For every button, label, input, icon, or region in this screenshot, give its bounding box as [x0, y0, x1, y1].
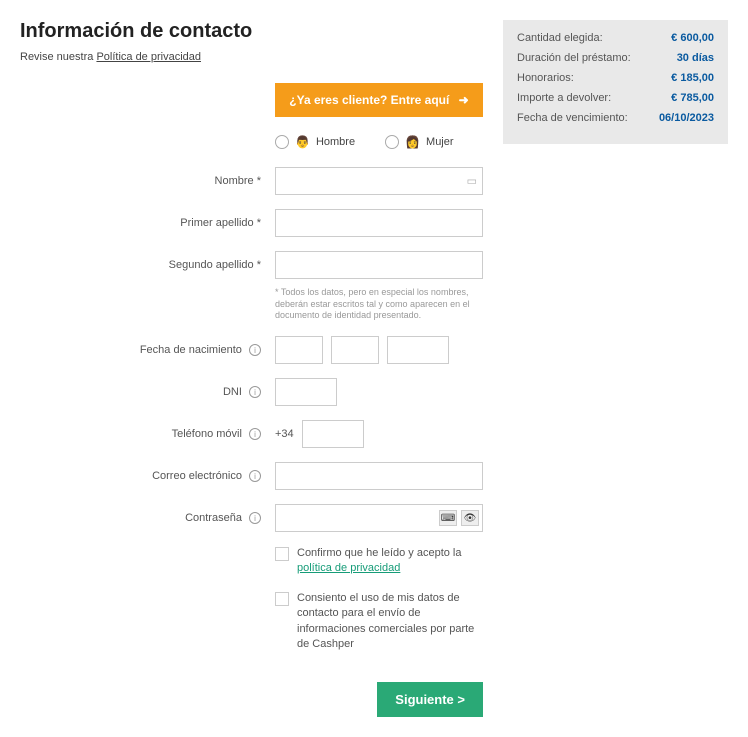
dob-day-input[interactable] — [275, 336, 323, 364]
dob-label: Fecha de nacimiento — [140, 344, 242, 356]
info-icon[interactable]: i — [249, 428, 261, 440]
surname2-label: Segundo apellido * — [20, 259, 275, 271]
arrow-right-icon: ➜ — [459, 93, 469, 107]
name-input[interactable] — [275, 167, 483, 195]
gender-female-option[interactable]: 👩 Mujer — [385, 135, 453, 149]
existing-client-button[interactable]: ¿Ya eres cliente? Entre aquí ➜ — [275, 83, 483, 117]
toggle-password-icon[interactable]: 👁 — [461, 510, 479, 526]
privacy-text-pre: Confirmo que he leído y acepto la — [297, 547, 462, 559]
email-label: Correo electrónico — [152, 470, 242, 482]
summary-amount-label: Cantidad elegida: — [517, 32, 603, 44]
gender-male-option[interactable]: 👨 Hombre — [275, 135, 355, 149]
dob-year-input[interactable] — [387, 336, 449, 364]
dob-month-input[interactable] — [331, 336, 379, 364]
surname1-label: Primer apellido * — [20, 217, 275, 229]
privacy-policy-link[interactable]: Política de privacidad — [96, 51, 201, 63]
password-label: Contraseña — [185, 512, 242, 524]
female-icon: 👩 — [405, 135, 420, 149]
privacy-policy-link-inline[interactable]: política de privacidad — [297, 562, 400, 574]
next-button[interactable]: Siguiente > — [377, 682, 483, 717]
summary-due-value: 06/10/2023 — [659, 112, 714, 124]
marketing-checkbox[interactable] — [275, 592, 289, 606]
gender-female-label: Mujer — [426, 136, 454, 148]
info-icon[interactable]: i — [249, 386, 261, 398]
name-label: Nombre * — [20, 175, 275, 187]
dni-input[interactable] — [275, 378, 337, 406]
privacy-checkbox-label: Confirmo que he leído y acepto la políti… — [297, 546, 480, 577]
summary-due-label: Fecha de vencimiento: — [517, 112, 628, 124]
page-title: Información de contacto — [20, 20, 483, 43]
privacy-notice: Revise nuestra Política de privacidad — [20, 51, 483, 63]
summary-duration-label: Duración del préstamo: — [517, 52, 631, 64]
info-icon[interactable]: i — [249, 470, 261, 482]
radio-icon — [385, 135, 399, 149]
info-icon[interactable]: i — [249, 512, 261, 524]
virtual-keyboard-icon[interactable]: ⌨ — [439, 510, 457, 526]
loan-summary-panel: Cantidad elegida: € 600,00 Duración del … — [503, 20, 728, 144]
radio-icon — [275, 135, 289, 149]
dni-label: DNI — [223, 386, 242, 398]
phone-input[interactable] — [302, 420, 364, 448]
phone-prefix: +34 — [275, 428, 294, 440]
summary-total-label: Importe a devolver: — [517, 92, 611, 104]
summary-fees-label: Honorarios: — [517, 72, 574, 84]
names-note: * Todos los datos, pero en especial los … — [20, 287, 480, 322]
marketing-checkbox-label: Consiento el uso de mis datos de contact… — [297, 591, 480, 653]
male-icon: 👨 — [295, 135, 310, 149]
summary-fees-value: € 185,00 — [671, 72, 714, 84]
summary-amount-value: € 600,00 — [671, 32, 714, 44]
gender-male-label: Hombre — [316, 136, 355, 148]
summary-total-value: € 785,00 — [671, 92, 714, 104]
phone-label: Teléfono móvil — [172, 428, 242, 440]
surname1-input[interactable] — [275, 209, 483, 237]
email-input[interactable] — [275, 462, 483, 490]
info-icon[interactable]: i — [249, 344, 261, 356]
privacy-checkbox[interactable] — [275, 547, 289, 561]
privacy-prefix: Revise nuestra — [20, 51, 96, 63]
surname2-input[interactable] — [275, 251, 483, 279]
summary-duration-value: 30 días — [677, 52, 714, 64]
existing-client-label: ¿Ya eres cliente? Entre aquí — [289, 93, 449, 107]
